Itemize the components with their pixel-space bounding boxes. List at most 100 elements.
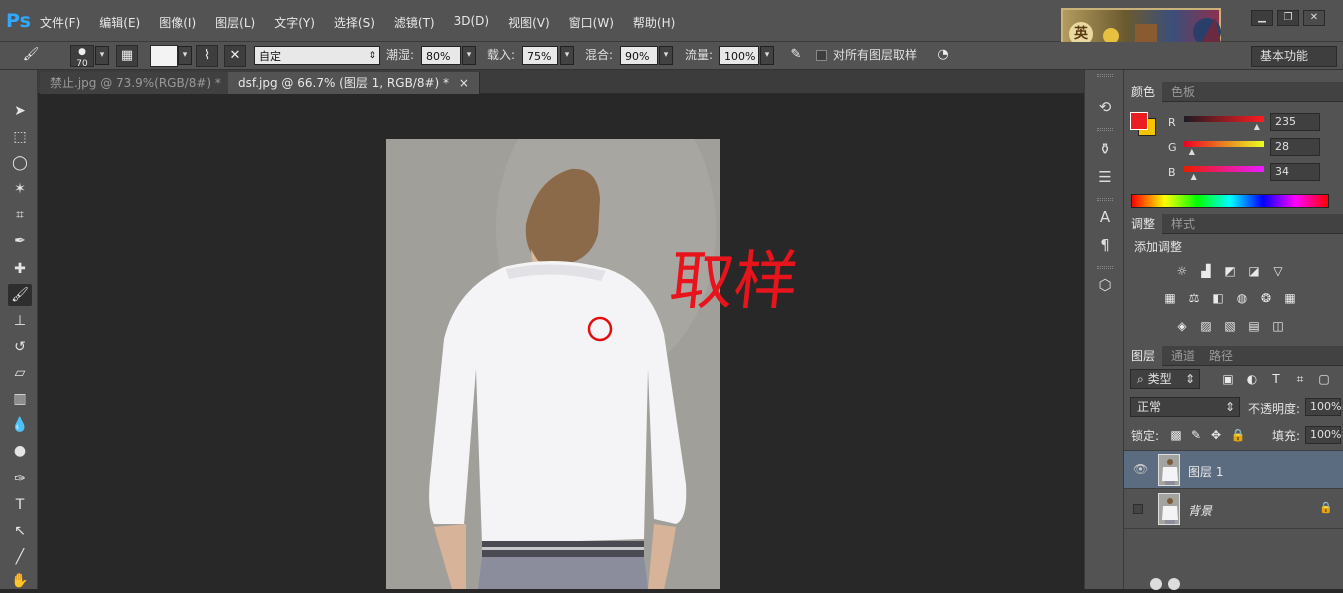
visibility-toggle[interactable] bbox=[1133, 504, 1143, 514]
workspace-select[interactable]: 基本功能 bbox=[1251, 46, 1337, 67]
link-icon[interactable] bbox=[1150, 578, 1162, 590]
layer-name[interactable]: 背景 bbox=[1188, 502, 1212, 519]
eye-icon[interactable]: 👁 bbox=[1133, 462, 1148, 476]
menu-help[interactable]: 帮助(H) bbox=[633, 14, 675, 31]
document-photo[interactable] bbox=[386, 139, 720, 589]
green-slider-thumb[interactable]: ▲ bbox=[1189, 147, 1195, 156]
tab-channels[interactable]: 通道 bbox=[1164, 346, 1202, 366]
blur-tool-icon[interactable]: 💧 bbox=[8, 414, 32, 436]
layer-row-layer1[interactable]: 👁 图层 1 bbox=[1124, 450, 1343, 489]
flow-input[interactable]: 100% bbox=[719, 46, 759, 65]
menu-window[interactable]: 窗口(W) bbox=[569, 14, 614, 31]
black-white-icon[interactable]: ◧ bbox=[1210, 291, 1226, 305]
menu-layer[interactable]: 图层(L) bbox=[215, 14, 255, 31]
lock-pixels-icon[interactable]: ✎ bbox=[1188, 428, 1204, 442]
tab-styles[interactable]: 样式 bbox=[1164, 214, 1202, 234]
brush-preset-picker[interactable]: ● 70 bbox=[70, 45, 94, 69]
layer-filter-select[interactable]: ⌕ 类型 ⇕ bbox=[1130, 369, 1200, 389]
history-brush-tool-icon[interactable]: ↺ bbox=[8, 336, 32, 358]
mix-input[interactable]: 90% bbox=[620, 46, 658, 65]
brightness-icon[interactable]: ☼ bbox=[1174, 264, 1190, 278]
red-slider[interactable] bbox=[1184, 116, 1264, 122]
blue-slider-thumb[interactable]: ▲ bbox=[1191, 172, 1197, 181]
brush-panel-icon[interactable]: ▦ bbox=[116, 45, 138, 67]
current-color-swatch[interactable] bbox=[150, 45, 178, 67]
lock-transparency-icon[interactable]: ▩ bbox=[1168, 428, 1184, 442]
character-panel-icon[interactable]: A bbox=[1093, 206, 1117, 228]
eraser-tool-icon[interactable]: ▱ bbox=[8, 362, 32, 384]
marquee-tool-icon[interactable]: ⬚ bbox=[8, 126, 32, 148]
menu-filter[interactable]: 滤镜(T) bbox=[394, 14, 435, 31]
line-tool-icon[interactable]: ╱ bbox=[8, 546, 32, 568]
layer-row-background[interactable]: 背景 🔒 bbox=[1124, 490, 1343, 529]
healing-brush-tool-icon[interactable]: ✚ bbox=[8, 258, 32, 280]
fill-input[interactable]: 100% bbox=[1305, 426, 1341, 444]
vibrance-icon[interactable]: ▽ bbox=[1270, 264, 1286, 278]
mixer-brush-icon[interactable]: 🖌 bbox=[20, 45, 42, 67]
pen-tool-icon[interactable]: ✑ bbox=[8, 468, 32, 490]
panel-grip[interactable] bbox=[1097, 128, 1113, 131]
close-icon[interactable]: × bbox=[459, 76, 469, 90]
hue-saturation-icon[interactable]: ▦ bbox=[1162, 291, 1178, 305]
load-input[interactable]: 75% bbox=[522, 46, 558, 65]
color-swatch-dropdown[interactable]: ▾ bbox=[178, 46, 192, 65]
menu-type[interactable]: 文字(Y) bbox=[274, 14, 315, 31]
tab-paths[interactable]: 路径 bbox=[1202, 346, 1240, 366]
brush-panel-icon[interactable]: ⚱ bbox=[1093, 138, 1117, 160]
panel-grip[interactable] bbox=[1097, 74, 1113, 77]
close-button[interactable]: ✕ bbox=[1303, 10, 1325, 26]
flow-dropdown[interactable]: ▾ bbox=[760, 46, 774, 65]
color-lookup-icon[interactable]: ▦ bbox=[1282, 291, 1298, 305]
red-value-input[interactable]: 235 bbox=[1270, 113, 1320, 131]
posterize-icon[interactable]: ▨ bbox=[1198, 319, 1214, 333]
panel-grip[interactable] bbox=[1097, 266, 1113, 269]
mix-mode-select[interactable]: 自定 ⇕ bbox=[254, 46, 380, 65]
filter-pixel-icon[interactable]: ▣ bbox=[1220, 372, 1236, 386]
eyedropper-tool-icon[interactable]: ✒ bbox=[8, 230, 32, 252]
invert-icon[interactable]: ◈ bbox=[1174, 319, 1190, 333]
lock-all-icon[interactable]: 🔒 bbox=[1230, 428, 1246, 442]
filter-smart-object-icon[interactable]: ▢ bbox=[1316, 372, 1332, 386]
lasso-tool-icon[interactable]: ◯ bbox=[8, 152, 32, 174]
brush-presets-icon[interactable]: ☰ bbox=[1093, 166, 1117, 188]
3d-panel-icon[interactable]: ⬡ bbox=[1093, 274, 1117, 296]
tab-swatches[interactable]: 色板 bbox=[1164, 82, 1202, 102]
wetness-dropdown[interactable]: ▾ bbox=[462, 46, 476, 65]
tab-dsf-jpg[interactable]: dsf.jpg @ 66.7% (图层 1, RGB/8#) * × bbox=[228, 72, 480, 94]
mix-dropdown[interactable]: ▾ bbox=[659, 46, 673, 65]
load-brush-icon[interactable]: ⌇ bbox=[196, 45, 218, 67]
threshold-icon[interactable]: ▧ bbox=[1222, 319, 1238, 333]
color-spectrum-bar[interactable] bbox=[1131, 194, 1329, 208]
load-dropdown[interactable]: ▾ bbox=[560, 46, 574, 65]
panel-grip[interactable] bbox=[1097, 198, 1113, 201]
opacity-input[interactable]: 100% bbox=[1305, 398, 1341, 416]
green-slider[interactable] bbox=[1184, 141, 1264, 147]
foreground-color-swatch[interactable] bbox=[1130, 112, 1148, 130]
photo-filter-icon[interactable]: ◍ bbox=[1234, 291, 1250, 305]
tab-color[interactable]: 颜色 bbox=[1124, 82, 1163, 102]
clean-brush-icon[interactable]: ✕ bbox=[224, 45, 246, 67]
selective-color-icon[interactable]: ◫ bbox=[1270, 319, 1286, 333]
clone-stamp-tool-icon[interactable]: ⊥ bbox=[8, 310, 32, 332]
blend-mode-select[interactable]: 正常 ⇕ bbox=[1130, 397, 1240, 417]
type-tool-icon[interactable]: T bbox=[8, 494, 32, 516]
move-tool-icon[interactable]: ➤ bbox=[8, 100, 32, 122]
airbrush-icon[interactable]: ✎ bbox=[785, 45, 807, 67]
menu-select[interactable]: 选择(S) bbox=[334, 14, 375, 31]
color-balance-icon[interactable]: ⚖ bbox=[1186, 291, 1202, 305]
filter-type-icon[interactable]: T bbox=[1268, 372, 1284, 386]
blue-value-input[interactable]: 34 bbox=[1270, 163, 1320, 181]
gradient-map-icon[interactable]: ▤ bbox=[1246, 319, 1262, 333]
sample-all-checkbox[interactable] bbox=[816, 50, 827, 61]
green-value-input[interactable]: 28 bbox=[1270, 138, 1320, 156]
menu-file[interactable]: 文件(F) bbox=[40, 14, 80, 31]
crop-tool-icon[interactable]: ⌗ bbox=[8, 204, 32, 226]
channel-mixer-icon[interactable]: ❂ bbox=[1258, 291, 1274, 305]
tab-adjustments[interactable]: 调整 bbox=[1124, 214, 1163, 234]
tab-layers[interactable]: 图层 bbox=[1124, 346, 1163, 366]
fx-icon[interactable] bbox=[1168, 578, 1180, 590]
layer-name[interactable]: 图层 1 bbox=[1188, 463, 1223, 480]
minimize-button[interactable]: ▁ bbox=[1251, 10, 1273, 26]
menu-3d[interactable]: 3D(D) bbox=[454, 14, 489, 31]
curves-icon[interactable]: ◩ bbox=[1222, 264, 1238, 278]
